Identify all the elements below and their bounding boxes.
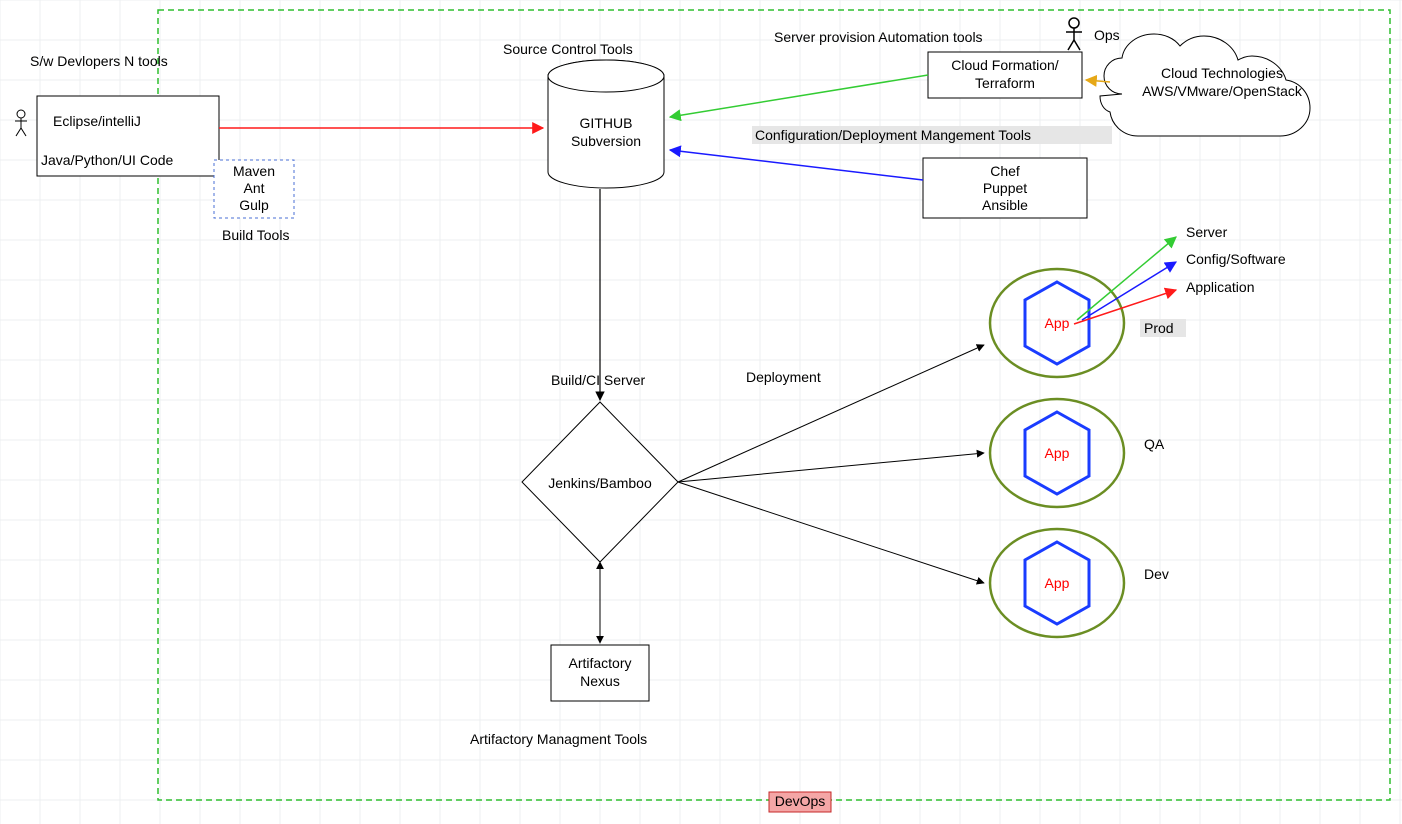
cloud-line1: Cloud Technologies [1161, 65, 1283, 81]
provision-line1: Cloud Formation/ [951, 57, 1058, 73]
config-mgmt-line3: Ansible [982, 197, 1028, 213]
env-prod-label: Prod [1140, 319, 1186, 337]
ide-line2: Java/Python/UI Code [41, 152, 174, 168]
build-tool-2: Ant [243, 180, 264, 196]
env-dev-text: Dev [1144, 566, 1169, 582]
config-mgmt-box: Chef Puppet Ansible [923, 158, 1087, 218]
devops-label-text: DevOps [775, 793, 826, 809]
provision-title: Server provision Automation tools [774, 29, 983, 45]
ci-title: Build/CI Server [551, 372, 645, 388]
ci-label: Jenkins/Bamboo [548, 475, 652, 491]
diagram-canvas: DevOps S/w Devlopers N tools Eclipse/int… [0, 0, 1402, 824]
devops-label: DevOps [769, 792, 831, 812]
build-tool-3: Gulp [239, 197, 269, 213]
ide-line1: Eclipse/intelliJ [53, 113, 141, 129]
env-qa-text: QA [1144, 436, 1165, 452]
legend-config: Config/Software [1186, 251, 1286, 267]
scm-title: Source Control Tools [503, 41, 633, 57]
legend-server: Server [1186, 224, 1228, 240]
artifact-line2: Nexus [580, 673, 620, 689]
artifact-box: Artifactory Nexus [551, 645, 649, 701]
build-tools-title: Build Tools [222, 227, 289, 243]
legend-app: Application [1186, 279, 1255, 295]
deployment-label: Deployment [746, 369, 821, 385]
build-tool-1: Maven [233, 163, 275, 179]
config-mgmt-title-bg: Configuration/Deployment Mangement Tools [752, 126, 1112, 144]
scm-line1: GITHUB [580, 115, 633, 131]
dev-title: S/w Devlopers N tools [30, 53, 168, 69]
build-tools-box: Maven Ant Gulp [214, 160, 294, 218]
config-mgmt-line1: Chef [990, 163, 1020, 179]
provision-line2: Terraform [975, 75, 1035, 91]
scm-line2: Subversion [571, 133, 641, 149]
config-mgmt-title: Configuration/Deployment Mangement Tools [755, 127, 1031, 143]
env-prod-app: App [1045, 315, 1070, 331]
env-dev-app: App [1045, 575, 1070, 591]
env-prod-text: Prod [1144, 320, 1174, 336]
artifact-line1: Artifactory [568, 655, 631, 671]
provision-box: Cloud Formation/ Terraform [928, 52, 1082, 98]
config-mgmt-line2: Puppet [983, 180, 1027, 196]
cloud-line2: AWS/VMware/OpenStack [1142, 83, 1303, 99]
ide-box: Eclipse/intelliJ Java/Python/UI Code [37, 96, 219, 176]
env-qa-app: App [1045, 445, 1070, 461]
scm-cylinder: GITHUB Subversion [548, 60, 664, 188]
artifact-title: Artifactory Managment Tools [470, 731, 647, 747]
ops-actor-label: Ops [1094, 27, 1120, 43]
